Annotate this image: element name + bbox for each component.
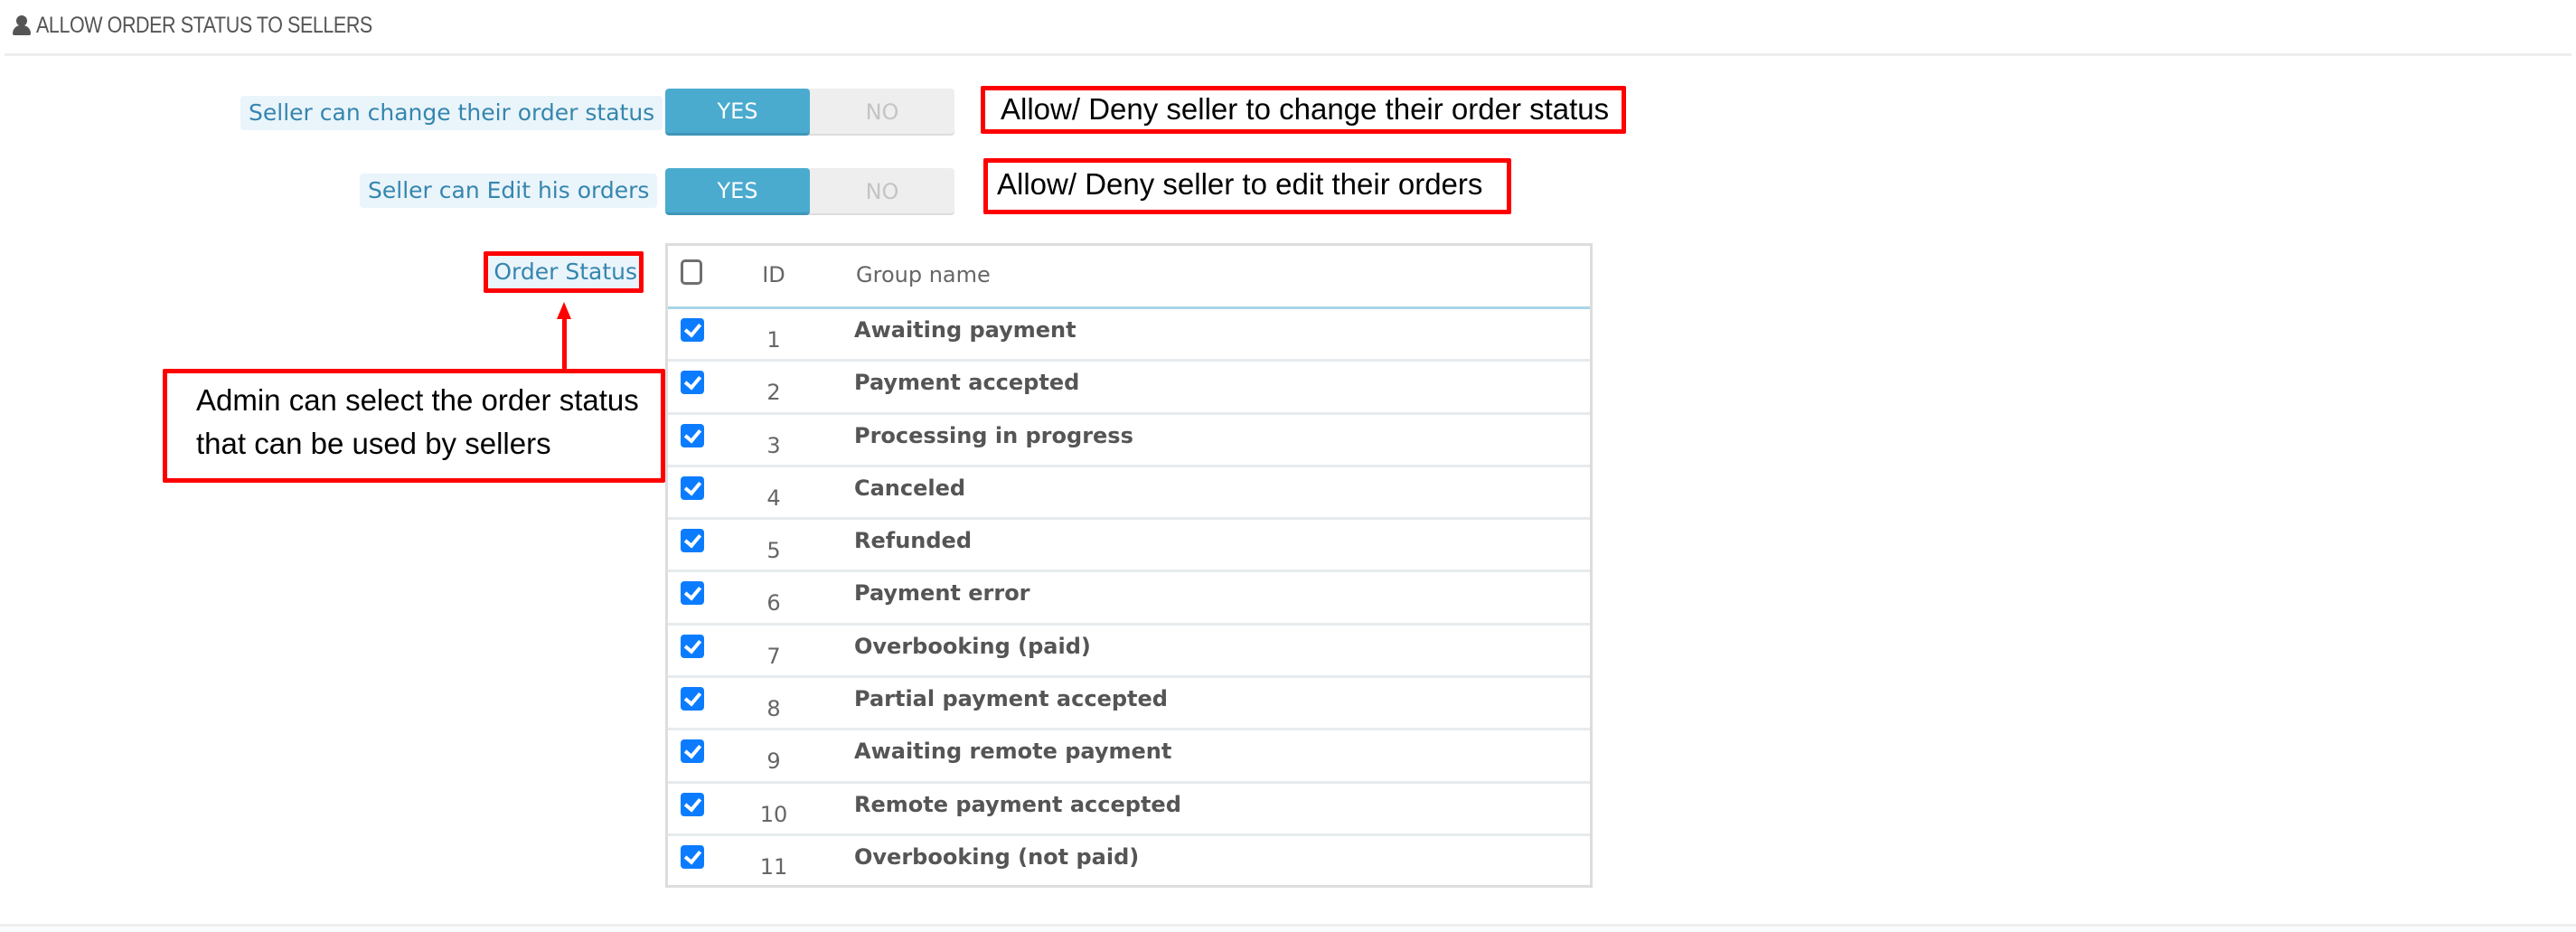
row-id: 11 [759, 853, 788, 880]
toggle-no-option[interactable]: NO [810, 168, 954, 215]
row-group-name: Payment error [854, 580, 1030, 607]
toggle-change-order-status[interactable]: YES NO [665, 89, 954, 136]
table-row[interactable]: 5 Refunded [668, 520, 1590, 573]
toggle-yes-option[interactable]: YES [665, 89, 810, 136]
table-row[interactable]: 7 Overbooking (paid) [668, 626, 1590, 679]
row-group-name: Overbooking (paid) [854, 633, 1091, 659]
annotation-edit-orders: Allow/ Deny seller to edit their orders [983, 158, 1511, 214]
row-checkbox[interactable] [681, 318, 704, 342]
row-group-name: Processing in progress [854, 422, 1133, 448]
label-change-order-status: Seller can change their order status [240, 96, 663, 130]
row-checkbox[interactable] [681, 371, 704, 395]
table-row[interactable]: 9 Awaiting remote payment [668, 730, 1590, 784]
row-id: 3 [766, 432, 781, 458]
table-row[interactable]: 11 Overbooking (not paid) [668, 836, 1590, 889]
row-id: 2 [766, 380, 781, 406]
row-checkbox[interactable] [681, 529, 704, 553]
heading-divider [5, 53, 2571, 56]
table-row[interactable]: 8 Partial payment accepted [668, 678, 1590, 731]
row-id: 9 [766, 748, 781, 775]
row-group-name: Partial payment accepted [854, 686, 1168, 712]
panel-title: ALLOW ORDER STATUS TO SELLERS [36, 12, 372, 38]
table-row[interactable]: 6 Payment error [668, 572, 1590, 626]
row-checkbox[interactable] [681, 423, 704, 447]
annotation-order-status: Admin can select the order status that c… [163, 369, 665, 483]
row-checkbox[interactable] [681, 687, 704, 711]
row-checkbox[interactable] [681, 634, 704, 658]
row-group-name: Payment accepted [854, 370, 1080, 396]
row-id: 8 [766, 696, 781, 722]
panel-footer [0, 927, 2576, 932]
table-row[interactable]: 2 Payment accepted [668, 362, 1590, 415]
row-checkbox[interactable] [681, 792, 704, 816]
row-checkbox[interactable] [681, 475, 704, 500]
select-all-checkbox[interactable] [681, 259, 702, 285]
annotation-change-order-status: Allow/ Deny seller to change their order… [981, 86, 1626, 134]
annotation-arrow [562, 316, 567, 371]
user-icon [13, 15, 31, 35]
toggle-yes-option[interactable]: YES [665, 168, 810, 215]
table-row[interactable]: 4 Canceled [668, 467, 1590, 521]
row-id: 1 [766, 327, 781, 353]
panel-heading: ALLOW ORDER STATUS TO SELLERS [13, 9, 427, 42]
table-header: ID Group name [668, 246, 1590, 309]
toggle-edit-orders[interactable]: YES NO [665, 168, 954, 215]
order-status-label: Order Status [484, 251, 644, 293]
row-group-name: Canceled [854, 475, 966, 501]
row-group-name: Overbooking (not paid) [854, 843, 1140, 870]
row-id: 10 [759, 801, 788, 827]
row-id: 5 [766, 538, 781, 564]
annotation-line-1: Admin can select the order status [196, 383, 639, 417]
table-row[interactable]: 10 Remote payment accepted [668, 784, 1590, 836]
column-header-id: ID [762, 262, 785, 287]
row-id: 6 [766, 590, 781, 617]
annotation-line-2: that can be used by sellers [196, 427, 551, 460]
table-row[interactable]: 1 Awaiting payment [668, 309, 1590, 362]
table-row[interactable]: 3 Processing in progress [668, 415, 1590, 467]
row-group-name: Awaiting payment [854, 317, 1076, 343]
column-header-group-name: Group name [856, 262, 991, 287]
row-group-name: Awaiting remote payment [854, 739, 1172, 765]
row-group-name: Refunded [854, 528, 973, 554]
row-checkbox[interactable] [681, 581, 704, 606]
order-status-table: ID Group name 1 Awaiting payment 2 Payment … [665, 243, 1593, 888]
row-id: 7 [766, 643, 781, 669]
row-group-name: Remote payment accepted [854, 791, 1181, 817]
row-checkbox[interactable] [681, 844, 704, 869]
label-edit-orders: Seller can Edit his orders [360, 174, 658, 208]
row-checkbox[interactable] [681, 739, 704, 764]
row-id: 4 [766, 485, 781, 511]
toggle-no-option[interactable]: NO [810, 89, 954, 136]
